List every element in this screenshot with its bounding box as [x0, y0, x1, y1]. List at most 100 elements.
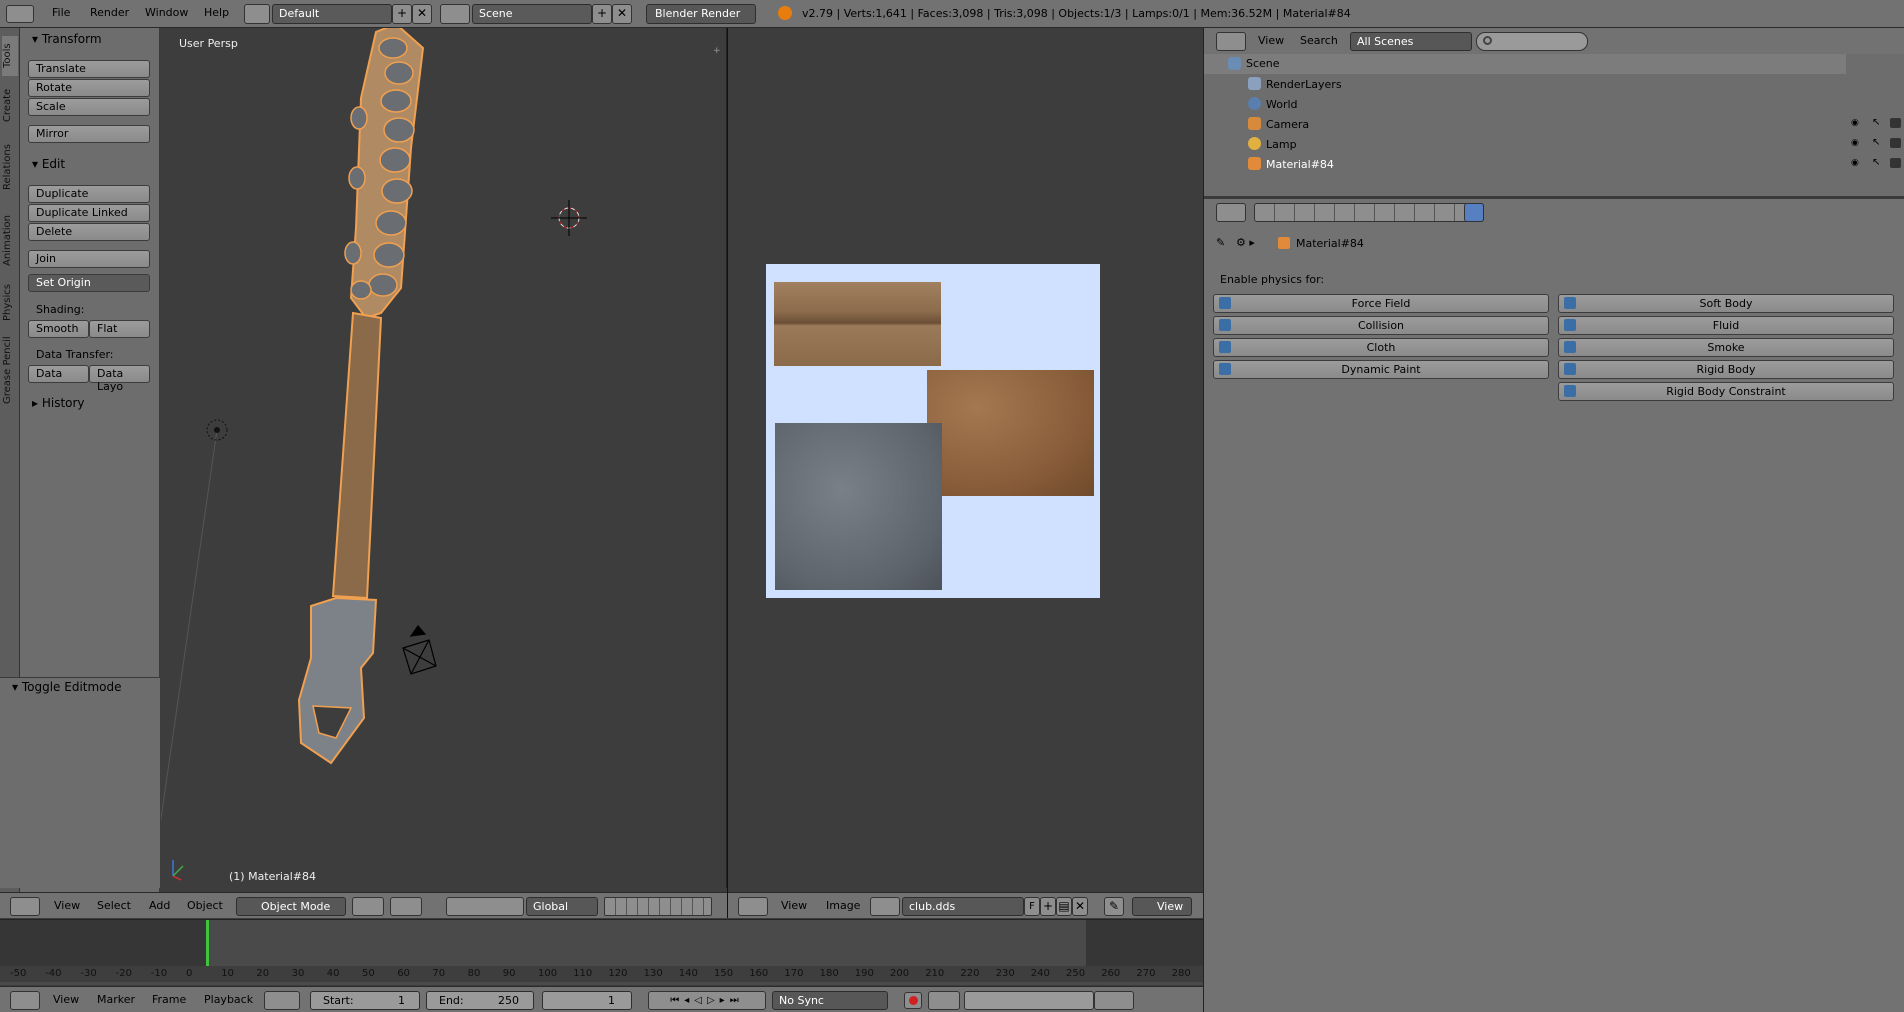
transform-panel-header[interactable]: ▾ Transform	[32, 32, 102, 46]
add-layout-button[interactable]: +	[392, 4, 412, 24]
toggle-editmode-header[interactable]: ▾ Toggle Editmode	[12, 680, 122, 694]
visibility-eye-icon[interactable]: ◉	[1851, 158, 1859, 168]
image-view-mode-select[interactable]: View	[1132, 897, 1192, 916]
data-transfer-button[interactable]: Data	[28, 365, 89, 383]
scene-icon[interactable]	[440, 4, 470, 24]
screen-layout-field[interactable]: Default	[272, 4, 392, 24]
outliner-row-renderlayers[interactable]: RenderLayers	[1204, 74, 1904, 94]
menu-frame[interactable]: Frame	[152, 993, 186, 1006]
editor-type-outliner-icon[interactable]	[1216, 32, 1246, 51]
editor-type-properties-icon[interactable]	[1216, 203, 1246, 222]
layout-grid-icon[interactable]	[244, 4, 270, 24]
tab-grease-pencil[interactable]: Grease Pencil	[2, 330, 18, 410]
tab-physics[interactable]: Physics	[2, 278, 18, 328]
split-corner-icon[interactable]: +	[713, 46, 721, 56]
outliner-row-material84[interactable]: Material#84 ◉ ↖	[1204, 154, 1904, 174]
remove-scene-button[interactable]: ✕	[612, 4, 632, 24]
object-mode-select[interactable]: Object Mode	[236, 897, 346, 916]
sync-mode-select[interactable]: No Sync	[772, 991, 888, 1010]
history-panel-header[interactable]: ▸ History	[32, 396, 85, 410]
collision-button[interactable]: Collision	[1213, 316, 1549, 335]
scene-field[interactable]: Scene	[472, 4, 592, 24]
menu-playback[interactable]: Playback	[204, 993, 253, 1006]
menu-object[interactable]: Object	[187, 899, 223, 912]
remove-layout-button[interactable]: ✕	[412, 4, 432, 24]
menu-marker[interactable]: Marker	[97, 993, 135, 1006]
menu-view[interactable]: View	[54, 899, 80, 912]
preview-range-icon[interactable]	[264, 991, 300, 1010]
menu-window[interactable]: Window	[145, 6, 188, 19]
editor-type-timeline-icon[interactable]	[10, 991, 40, 1010]
new-image-button[interactable]: +	[1040, 897, 1056, 916]
area-divider[interactable]	[727, 28, 728, 918]
outliner-search-input[interactable]	[1476, 32, 1588, 51]
editor-type-image-icon[interactable]	[738, 897, 768, 916]
menu-image-view[interactable]: View	[781, 899, 807, 912]
join-button[interactable]: Join	[28, 250, 150, 268]
menu-render[interactable]: Render	[90, 6, 129, 19]
end-frame-field[interactable]: End: 250	[426, 991, 534, 1010]
renderable-camera-icon[interactable]	[1890, 158, 1901, 168]
translate-button[interactable]: Translate	[28, 60, 150, 78]
pivot-icon[interactable]	[390, 897, 422, 916]
data-layout-button[interactable]: Data Layo	[89, 365, 150, 393]
keying-set-field[interactable]	[964, 991, 1094, 1010]
tab-create[interactable]: Create	[2, 80, 18, 130]
menu-image[interactable]: Image	[826, 899, 860, 912]
menu-timeline-view[interactable]: View	[53, 993, 79, 1006]
cloth-button[interactable]: Cloth	[1213, 338, 1549, 357]
mirror-button[interactable]: Mirror	[28, 125, 150, 143]
physics-context-tab-active[interactable]	[1464, 203, 1484, 222]
menu-file[interactable]: File	[52, 6, 70, 19]
tab-animation[interactable]: Animation	[2, 206, 18, 276]
scale-button[interactable]: Scale	[28, 98, 150, 116]
3d-viewport[interactable]: +	[161, 28, 727, 888]
pin-icon[interactable]: ✎	[1216, 236, 1225, 249]
editor-type-icon[interactable]	[6, 5, 34, 23]
layers-grid[interactable]	[604, 897, 712, 916]
dynamic-paint-button[interactable]: Dynamic Paint	[1213, 360, 1549, 379]
smooth-button[interactable]: Smooth	[28, 320, 89, 338]
outliner-row-lamp[interactable]: Lamp ◉ ↖	[1204, 134, 1904, 154]
selectable-arrow-icon[interactable]: ↖	[1872, 117, 1880, 128]
menu-select[interactable]: Select	[97, 899, 131, 912]
duplicate-linked-button[interactable]: Duplicate Linked	[28, 204, 150, 222]
force-field-button[interactable]: Force Field	[1213, 294, 1549, 313]
visibility-eye-icon[interactable]: ◉	[1851, 118, 1861, 128]
add-scene-button[interactable]: +	[592, 4, 612, 24]
outliner-row-scene[interactable]: Scene	[1204, 54, 1904, 74]
rigid-body-button[interactable]: Rigid Body	[1558, 360, 1894, 379]
menu-search[interactable]: Search	[1300, 34, 1338, 47]
outliner-row-world[interactable]: World	[1204, 94, 1904, 114]
set-origin-select[interactable]: Set Origin	[28, 274, 150, 292]
renderable-camera-icon[interactable]	[1890, 138, 1901, 148]
rotate-button[interactable]: Rotate	[28, 79, 150, 97]
renderable-camera-icon[interactable]	[1890, 118, 1901, 128]
keyframe-type-icon[interactable]	[928, 991, 960, 1010]
render-engine-select[interactable]: Blender Render	[646, 4, 756, 24]
tab-tools[interactable]: Tools	[2, 36, 18, 76]
start-frame-field[interactable]: Start: 1	[310, 991, 420, 1010]
edit-panel-header[interactable]: ▾ Edit	[32, 157, 65, 171]
image-name-field[interactable]: club.dds	[902, 897, 1024, 916]
insert-keyframe-icons[interactable]	[1094, 991, 1134, 1010]
context-tabs[interactable]	[1254, 203, 1484, 222]
visibility-eye-icon[interactable]: ◉	[1851, 138, 1859, 148]
display-mode-select[interactable]: All Scenes	[1350, 32, 1472, 51]
menu-outliner-view[interactable]: View	[1258, 34, 1284, 47]
playback-controls[interactable]: ⏮◂◁▷▸⏭	[648, 991, 766, 1010]
menu-help[interactable]: Help	[204, 6, 229, 19]
fluid-button[interactable]: Fluid	[1558, 316, 1894, 335]
open-image-button[interactable]: ▤	[1056, 897, 1072, 916]
transform-orientation-select[interactable]: Global	[526, 897, 598, 916]
menu-add[interactable]: Add	[149, 899, 170, 912]
flat-button[interactable]: Flat	[89, 320, 150, 338]
smoke-button[interactable]: Smoke	[1558, 338, 1894, 357]
current-frame-field[interactable]: 1	[542, 991, 632, 1010]
pin-image-button[interactable]: ✎	[1104, 897, 1124, 916]
unlink-image-button[interactable]: ✕	[1072, 897, 1088, 916]
rigid-body-constraint-button[interactable]: Rigid Body Constraint	[1558, 382, 1894, 401]
record-button[interactable]	[904, 992, 922, 1009]
fake-user-button[interactable]: F	[1024, 897, 1040, 916]
editor-type-3d-icon[interactable]	[10, 897, 40, 916]
